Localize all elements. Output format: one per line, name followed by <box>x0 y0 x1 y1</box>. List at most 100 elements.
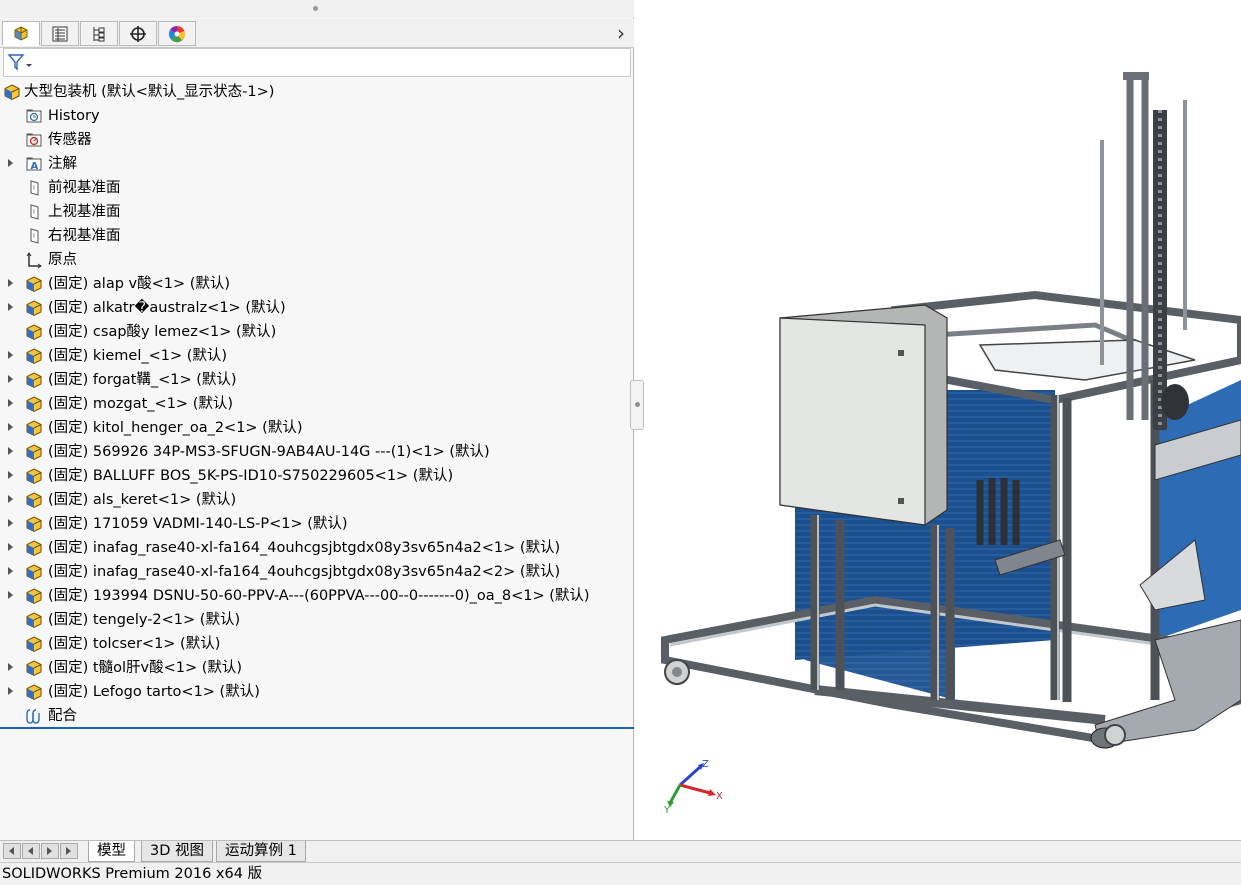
history-folder-icon <box>26 109 42 123</box>
plane-icon <box>30 204 39 220</box>
expand-arrow-icon[interactable] <box>8 159 13 167</box>
tree-item-label: (固定) mozgat_<1> (默认) <box>48 396 234 412</box>
tab-3d-view[interactable]: 3D 视图 <box>141 841 213 862</box>
tree-item[interactable]: (固定) 193994 DSNU-50-60-PPV-A---(60PPVA--… <box>0 584 634 608</box>
filter-icon[interactable] <box>7 53 33 73</box>
panel-grip[interactable] <box>0 0 634 18</box>
subassembly-icon <box>26 636 42 653</box>
next-icon <box>47 847 52 855</box>
expand-arrow-icon[interactable] <box>8 303 13 311</box>
bottom-tab-bar: 模型 3D 视图 运动算例 1 <box>0 840 1241 863</box>
tree-item-label: (固定) kitol_henger_oa_2<1> (默认) <box>48 420 303 436</box>
subassembly-icon <box>26 492 42 509</box>
prev-tab-button[interactable] <box>22 843 40 859</box>
tree-root[interactable]: 大型包装机 (默认<默认_显示状态-1>) <box>0 80 634 104</box>
chevron-right-icon: › <box>617 21 625 45</box>
annotations-folder-icon: A <box>26 157 42 172</box>
subassembly-icon <box>26 540 42 557</box>
tree-item-label: 原点 <box>48 252 77 268</box>
grip-dot <box>313 6 318 11</box>
subassembly-icon <box>26 324 42 341</box>
expand-arrow-icon[interactable] <box>8 567 13 575</box>
tree-item-label: (固定) inafag_rase40-xl-fa164_4ouhcgsjbtgd… <box>48 564 561 580</box>
next-tab-button[interactable] <box>41 843 59 859</box>
tree-item[interactable]: 右视基准面 <box>0 224 634 248</box>
tree-item[interactable]: (固定) 569926 34P-MS3-SFUGN-9AB4AU-14G ---… <box>0 440 634 464</box>
first-tab-button[interactable] <box>3 843 21 859</box>
tree-item[interactable]: (固定) alap v酸<1> (默认) <box>0 272 634 296</box>
expand-arrow-icon[interactable] <box>8 687 13 695</box>
tree-item[interactable]: (固定) inafag_rase40-xl-fa164_4ouhcgsjbtgd… <box>0 560 634 584</box>
subassembly-icon <box>26 468 42 485</box>
subassembly-icon <box>26 684 42 701</box>
tree-item[interactable]: 前视基准面 <box>0 176 634 200</box>
tree-item[interactable]: (固定) kitol_henger_oa_2<1> (默认) <box>0 416 634 440</box>
tab-model[interactable]: 模型 <box>88 841 135 862</box>
tree-item-label: (固定) Lefogo tarto<1> (默认) <box>48 684 260 700</box>
dimxpert-manager-tab[interactable] <box>119 21 157 46</box>
tab-motion-study[interactable]: 运动算例 1 <box>216 841 306 862</box>
tree-item[interactable]: 传感器 <box>0 128 634 152</box>
tree-item-label: (固定) kiemel_<1> (默认) <box>48 348 228 364</box>
tree-item[interactable]: (固定) mozgat_<1> (默认) <box>0 392 634 416</box>
tree-item-label: 上视基准面 <box>48 204 121 220</box>
configuration-manager-tab[interactable] <box>80 21 118 46</box>
last-tab-button[interactable] <box>60 843 78 859</box>
tree-item-label: 注解 <box>48 156 77 172</box>
crosshair-icon <box>130 25 146 42</box>
tree-item[interactable]: (固定) 171059 VADMI-140-LS-P<1> (默认) <box>0 512 634 536</box>
expand-arrow-icon[interactable] <box>8 375 13 383</box>
tree-item[interactable]: 配合 <box>0 704 634 728</box>
tree-item[interactable]: (固定) alkatr�australz<1> (默认) <box>0 296 634 320</box>
expand-arrow-icon[interactable] <box>8 543 13 551</box>
tree-item-label: 配合 <box>48 708 77 724</box>
tree-item-label: (固定) forgat鞲_<1> (默认) <box>48 372 237 388</box>
tree-item[interactable]: A 注解 <box>0 152 634 176</box>
tree-item[interactable]: 上视基准面 <box>0 200 634 224</box>
tree-item[interactable]: (固定) tengely-2<1> (默认) <box>0 608 634 632</box>
tree-item-label: (固定) csap酸y lemez<1> (默认) <box>48 324 277 340</box>
tree-item-label: (固定) BALLUFF BOS_5K-PS-ID10-S750229605<1… <box>48 468 454 484</box>
tree-item[interactable]: (固定) inafag_rase40-xl-fa164_4ouhcgsjbtgd… <box>0 536 634 560</box>
tree-item-label: (固定) inafag_rase40-xl-fa164_4ouhcgsjbtgd… <box>48 540 561 556</box>
tree-item[interactable]: 原点 <box>0 248 634 272</box>
subassembly-icon <box>26 372 42 389</box>
tree-item[interactable]: (固定) Lefogo tarto<1> (默认) <box>0 680 634 704</box>
tree-filter-box[interactable] <box>3 48 631 77</box>
expand-arrow-icon[interactable] <box>8 591 13 599</box>
more-tabs-button[interactable]: › <box>614 23 628 43</box>
expand-arrow-icon[interactable] <box>8 423 13 431</box>
expand-arrow-icon[interactable] <box>8 519 13 527</box>
display-manager-tab[interactable] <box>158 21 196 46</box>
tree-item[interactable]: (固定) BALLUFF BOS_5K-PS-ID10-S750229605<1… <box>0 464 634 488</box>
expand-arrow-icon[interactable] <box>8 399 13 407</box>
subassembly-icon <box>26 588 42 605</box>
tree-item-label: (固定) 569926 34P-MS3-SFUGN-9AB4AU-14G ---… <box>48 444 490 460</box>
feature-manager-tab[interactable] <box>2 21 40 46</box>
graphics-viewport[interactable]: Z X Y <box>635 0 1241 840</box>
expand-arrow-icon[interactable] <box>8 663 13 671</box>
expand-arrow-icon[interactable] <box>8 447 13 455</box>
tree-item[interactable]: (固定) csap酸y lemez<1> (默认) <box>0 320 634 344</box>
tree-item[interactable]: (固定) forgat鞲_<1> (默认) <box>0 368 634 392</box>
tree-item-label: (固定) tengely-2<1> (默认) <box>48 612 241 628</box>
tree-item[interactable]: History <box>0 104 634 128</box>
subassembly-icon <box>26 612 42 629</box>
handle-dot <box>635 402 640 407</box>
manager-tab-bar: › <box>0 19 634 48</box>
expand-arrow-icon[interactable] <box>8 495 13 503</box>
tree-item[interactable]: (固定) tolcser<1> (默认) <box>0 632 634 656</box>
panel-split-handle[interactable] <box>630 380 644 430</box>
tree-item-label: (固定) t髓ol肝v酸<1> (默认) <box>48 660 243 676</box>
expand-arrow-icon[interactable] <box>8 279 13 287</box>
tree-item[interactable]: (固定) als_keret<1> (默认) <box>0 488 634 512</box>
status-text: SOLIDWORKS Premium 2016 x64 版 <box>2 866 263 882</box>
configuration-manager-icon <box>93 26 105 41</box>
tree-rollback-bar[interactable] <box>0 727 634 729</box>
expand-arrow-icon[interactable] <box>8 351 13 359</box>
tree-item[interactable]: (固定) kiemel_<1> (默认) <box>0 344 634 368</box>
expand-arrow-icon[interactable] <box>8 471 13 479</box>
tree-item[interactable]: (固定) t髓ol肝v酸<1> (默认) <box>0 656 634 680</box>
property-manager-tab[interactable] <box>41 21 79 46</box>
packaging-machine-model[interactable] <box>635 0 1241 840</box>
